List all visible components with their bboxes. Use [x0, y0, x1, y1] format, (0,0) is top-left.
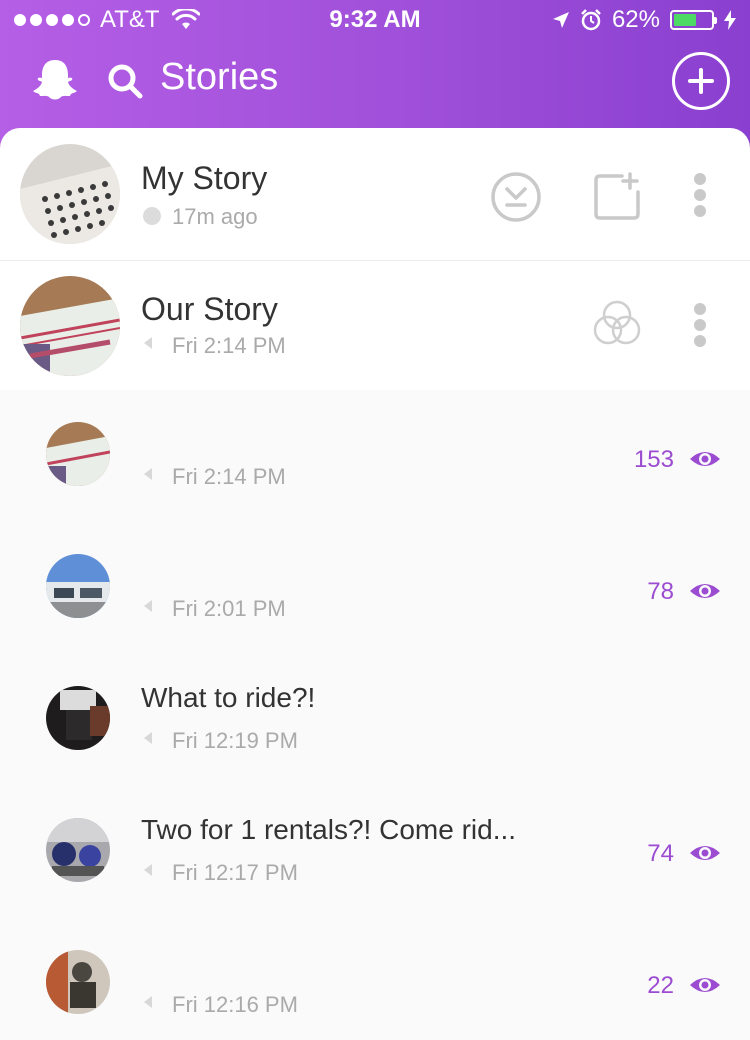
my-story-title: My Story — [141, 160, 268, 196]
snap-thumbnail[interactable] — [46, 950, 110, 1014]
snap-row[interactable]: Fri 2:01 PM 78 — [0, 522, 750, 654]
location-arrow-icon — [552, 12, 569, 28]
snap-thumbnail[interactable] — [46, 818, 110, 882]
snap-row[interactable]: Fri 2:14 PM 153 — [0, 390, 750, 522]
add-to-story-icon[interactable] — [592, 170, 644, 222]
my-story-row[interactable]: My Story 17m ago — [0, 128, 750, 260]
title-bar: Stories — [0, 44, 750, 120]
add-button[interactable] — [672, 52, 730, 110]
our-story-time: Fri 2:14 PM — [172, 333, 286, 358]
snap-time: Fri 12:16 PM — [172, 992, 298, 1017]
sent-arrow-icon — [144, 337, 152, 349]
alarm-icon — [581, 9, 601, 31]
snap-time: Fri 2:14 PM — [172, 464, 286, 489]
more-icon[interactable] — [692, 302, 708, 348]
my-story-thumbnail[interactable] — [20, 144, 120, 244]
snap-time: Fri 2:01 PM — [172, 596, 286, 621]
ghost-icon[interactable] — [30, 56, 80, 106]
status-bar: AT&T 9:32 AM 62% — [0, 0, 750, 40]
page-title: Stories — [160, 56, 279, 98]
sent-arrow-icon — [144, 864, 152, 876]
our-story-title: Our Story — [141, 291, 278, 327]
battery-icon — [670, 10, 717, 30]
sent-arrow-icon — [144, 996, 152, 1008]
sent-arrow-icon — [144, 468, 152, 480]
our-story-row[interactable]: Our Story Fri 2:14 PM — [0, 261, 750, 390]
plus-icon — [688, 68, 714, 94]
sent-arrow-icon — [144, 732, 152, 744]
save-story-icon[interactable] — [490, 171, 542, 223]
view-count: 78 — [647, 578, 674, 605]
view-count: 153 — [633, 446, 674, 473]
snap-thumbnail[interactable] — [46, 554, 110, 618]
our-story-thumbnail[interactable] — [20, 276, 120, 376]
my-story-time: 17m ago — [172, 204, 258, 229]
snap-row[interactable]: Two for 1 rentals?! Come rid... Fri 12:1… — [0, 786, 750, 918]
snap-time: Fri 12:17 PM — [172, 860, 298, 885]
snap-thumbnail[interactable] — [46, 422, 110, 486]
view-count: 74 — [647, 840, 674, 867]
our-story-icon[interactable] — [592, 298, 642, 348]
eye-icon — [690, 846, 720, 860]
snap-time: Fri 12:19 PM — [172, 728, 298, 753]
snap-row[interactable]: What to ride?! Fri 12:19 PM — [0, 654, 750, 786]
stories-card: My Story 17m ago Our Story Fri 2:14 PM — [0, 128, 750, 390]
sent-arrow-icon — [144, 600, 152, 612]
search-icon[interactable] — [106, 62, 144, 100]
story-progress-icon — [143, 207, 161, 225]
eye-icon — [690, 452, 720, 466]
battery-percent: 62% — [611, 6, 660, 33]
snap-title: What to ride?! — [141, 682, 316, 713]
snap-thumbnail[interactable] — [46, 686, 110, 750]
more-icon[interactable] — [692, 172, 708, 218]
view-count: 22 — [647, 972, 674, 999]
snap-row[interactable]: Fri 12:16 PM 22 — [0, 918, 750, 1040]
charging-bolt-icon — [724, 10, 736, 30]
eye-icon — [690, 978, 720, 992]
snap-title: Two for 1 rentals?! Come rid... — [141, 814, 517, 845]
eye-icon — [690, 584, 720, 598]
